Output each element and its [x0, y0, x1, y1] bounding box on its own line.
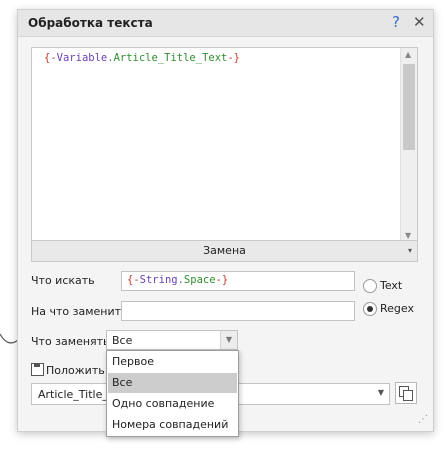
save-result-label: Положить р: [46, 364, 116, 377]
find-token-open: {-: [127, 274, 140, 286]
token-name: Article_Title_Text: [113, 52, 228, 64]
text-radio-label: Text: [380, 279, 403, 292]
dropdown-option-first[interactable]: Первое: [108, 352, 237, 372]
find-token-namespace: String: [139, 274, 178, 286]
help-icon[interactable]: ?: [392, 13, 400, 31]
floppy-disk-icon: [31, 363, 44, 376]
dropdown-option-single-match[interactable]: Одно совпадение: [108, 394, 237, 414]
regex-radio-label: Regex: [380, 302, 414, 315]
scroll-up-icon[interactable]: ▲: [405, 50, 411, 59]
dialog-title: Обработка текста: [28, 16, 153, 30]
mode-select[interactable]: Замена ▾: [31, 240, 418, 262]
find-field[interactable]: {-String.Space-}: [121, 271, 355, 291]
what-replace-dropdown: Первое Все Одно совпадение Номера совпад…: [106, 350, 239, 437]
copy-icon-front: [403, 390, 413, 401]
dropdown-option-all[interactable]: Все: [108, 373, 237, 393]
what-replace-value: Все: [112, 334, 133, 347]
token-open: {-: [44, 52, 57, 64]
find-field-value: {-String.Space-}: [127, 274, 228, 286]
close-icon[interactable]: ✕: [413, 13, 426, 31]
token-namespace: Variable: [56, 52, 108, 64]
title-bar: Обработка текста ? ✕: [18, 10, 433, 37]
resize-grip-icon[interactable]: ⋰: [418, 414, 428, 425]
find-token-name: Space: [183, 274, 216, 286]
chevron-down-icon[interactable]: ▼: [220, 331, 237, 349]
scroll-down-icon[interactable]: ▼: [405, 231, 411, 240]
replace-label: На что заменить: [31, 305, 128, 318]
copy-button[interactable]: [395, 382, 417, 404]
chevron-down-icon: ▾: [407, 246, 412, 255]
mode-value: Замена: [203, 244, 246, 257]
input-text-editor[interactable]: {-Variable.Article_Title_Text-} ▲ ▼: [31, 47, 418, 243]
scroll-thumb[interactable]: [403, 64, 415, 150]
editor-content[interactable]: {-Variable.Article_Title_Text-}: [44, 52, 240, 64]
what-replace-select[interactable]: Все ▼: [106, 330, 238, 350]
find-label: Что искать: [31, 274, 95, 287]
chevron-down-icon: ▼: [377, 388, 384, 397]
find-token-close: -}: [215, 274, 229, 286]
regex-radio[interactable]: [363, 302, 377, 316]
dropdown-option-match-numbers[interactable]: Номера совпадений: [108, 415, 237, 435]
token-close: -}: [227, 52, 241, 64]
what-replace-label: Что заменять: [31, 335, 110, 348]
replace-field[interactable]: [121, 301, 355, 321]
editor-scrollbar[interactable]: ▲ ▼: [400, 48, 417, 242]
text-radio[interactable]: [363, 279, 377, 293]
